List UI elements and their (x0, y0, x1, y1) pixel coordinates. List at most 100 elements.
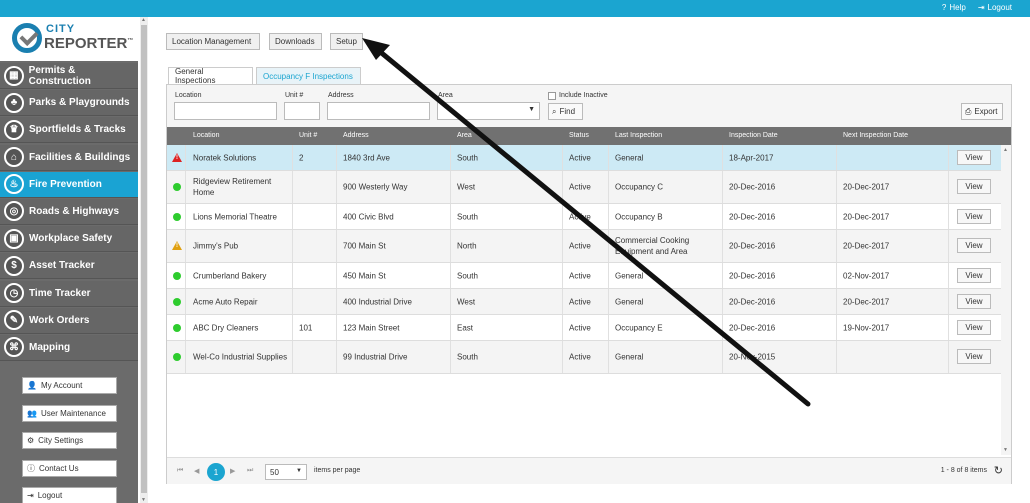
table-row[interactable]: Ridgeview Retirement Home 900 Westerly Wa… (167, 171, 1001, 204)
column-header-next-inspection-date[interactable]: Next Inspection Date (843, 132, 908, 139)
scroll-up-icon[interactable]: ▲ (141, 17, 146, 23)
column-divider (450, 341, 451, 373)
table-scrollbar[interactable]: ▲ ▼ (1001, 145, 1011, 455)
sidebar-scrollbar[interactable]: ▲ ▼ (140, 17, 148, 503)
table-row[interactable]: Wel-Co Industrial Supplies 99 Industrial … (167, 341, 1001, 374)
sidebar-item-work-orders[interactable]: ✎ Work Orders (0, 307, 138, 334)
find-button[interactable]: ⌕ Find (548, 103, 583, 120)
column-header-location[interactable]: Location (193, 132, 219, 139)
current-page-button[interactable]: 1 (207, 463, 225, 481)
column-header-area[interactable]: Area (457, 132, 472, 139)
setup-button[interactable]: Setup (330, 33, 363, 50)
scrollbar-thumb[interactable] (141, 25, 147, 493)
city-reporter-logo[interactable]: CITY REPORTER™ (0, 17, 138, 61)
column-divider (336, 341, 337, 373)
view-button[interactable]: View (957, 208, 991, 224)
downloads-button[interactable]: Downloads (269, 33, 322, 50)
view-button[interactable]: View (957, 149, 991, 165)
table-row[interactable]: ! Jimmy's Pub 700 Main St North Active Commer… (167, 230, 1001, 263)
column-header-unit[interactable]: Unit # (299, 132, 317, 139)
export-button[interactable]: ⎙ Export (961, 103, 1003, 120)
cell-next: 20-Dec-2017 (843, 182, 890, 192)
table-row[interactable]: Crumberland Bakery 450 Main St South Active… (167, 263, 1001, 289)
sidebar-item-workplace-safety[interactable]: ▣ Workplace Safety (0, 226, 138, 253)
column-header-last-inspection[interactable]: Last Inspection (615, 132, 662, 139)
first-page-icon[interactable]: ⏮ (177, 467, 183, 475)
column-divider (562, 204, 563, 229)
sidebar-item-facilities-buildings[interactable]: ⌂ Facilities & Buildings (0, 144, 138, 171)
address-filter-input[interactable] (327, 102, 430, 120)
column-header-address[interactable]: Address (343, 132, 369, 139)
scroll-down-icon[interactable]: ▼ (1003, 447, 1008, 453)
table-row[interactable]: ! Noratek Solutions 2 1840 3rd Ave South Acti… (167, 145, 1001, 171)
sidebar-item-sportfields-tracks[interactable]: ♛ Sportfields & Tracks (0, 117, 138, 144)
cell-address: 1840 3rd Ave (343, 153, 391, 162)
cell-next: 19-Nov-2017 (843, 323, 890, 332)
view-button[interactable]: View (957, 238, 991, 253)
tab-general-inspections[interactable]: General Inspections (168, 67, 253, 85)
sidebar-item-permits-construction[interactable]: ▦ Permits & Construction (0, 63, 138, 89)
column-divider (722, 230, 723, 262)
wrench-icon: ✎ (4, 310, 24, 331)
status-ok-icon (173, 353, 181, 361)
column-header-status[interactable]: Status (569, 132, 589, 139)
cell-location: ABC Dry Cleaners (193, 323, 259, 332)
sidebar-item-fire-prevention[interactable]: ♨ Fire Prevention (0, 171, 138, 198)
sidebar-item-asset-tracker[interactable]: $ Asset Tracker (0, 253, 138, 280)
column-divider (185, 263, 186, 288)
help-icon: ? (941, 3, 947, 12)
include-inactive-checkbox[interactable] (548, 92, 556, 100)
sidebar-item-mapping[interactable]: ⌘ Mapping (0, 334, 138, 361)
page-size-select[interactable]: 50 ▼ (265, 464, 307, 480)
map-icon: ⌘ (4, 337, 24, 358)
view-button[interactable]: View (957, 179, 991, 194)
cell-address: 99 Industrial Drive (343, 352, 408, 362)
cell-last: General (615, 271, 644, 280)
column-divider (836, 230, 837, 262)
column-divider (836, 315, 837, 340)
cell-last: Occupancy B (615, 212, 663, 221)
column-divider (948, 204, 949, 229)
sidebar-item-roads-highways[interactable]: ◎ Roads & Highways (0, 198, 138, 225)
location-filter-input[interactable] (174, 102, 277, 120)
next-page-icon[interactable]: ▶ (230, 467, 235, 475)
view-button[interactable]: View (957, 349, 991, 364)
contact-us-button[interactable]: ⓘ Contact Us (22, 459, 117, 477)
sidebar-item-parks-playgrounds[interactable]: ♣ Parks & Playgrounds (0, 90, 138, 117)
logout-button[interactable]: ⇥ Logout (22, 487, 117, 503)
table-row[interactable]: Lions Memorial Theatre 400 Civic Blvd Sout… (167, 204, 1001, 230)
logout-link[interactable]: ⇥ Logout (978, 3, 1012, 12)
my-account-button[interactable]: 👤 My Account (22, 377, 117, 394)
cell-address: 450 Main St (343, 271, 386, 280)
refresh-icon[interactable]: ↻ (994, 464, 1003, 477)
column-header-inspection-date[interactable]: Inspection Date (729, 132, 778, 139)
cell-last: Occupancy C (615, 182, 664, 192)
cell-date: 20-Dec-2016 (729, 297, 776, 306)
location-management-button[interactable]: Location Management (166, 33, 260, 50)
column-divider (836, 204, 837, 229)
view-button[interactable]: View (957, 267, 991, 283)
cell-next: 20-Dec-2017 (843, 212, 890, 221)
last-page-icon[interactable]: ⏭ (247, 467, 253, 475)
cell-date: 20-Dec-2016 (729, 182, 776, 192)
scroll-up-icon[interactable]: ▲ (1003, 147, 1008, 153)
sidebar-nav: ▦ Permits & Construction ♣ Parks & Playgrou… (0, 63, 138, 362)
prev-page-icon[interactable]: ◀ (194, 467, 199, 475)
logo-tm: ™ (127, 38, 134, 44)
area-filter-select[interactable]: ▼ (437, 102, 540, 120)
table-row[interactable]: ABC Dry Cleaners 101 123 Main Street East Ac… (167, 315, 1001, 341)
view-button[interactable]: View (957, 319, 991, 335)
column-divider (562, 230, 563, 262)
user-maintenance-button[interactable]: 👥 User Maintenance (22, 404, 117, 422)
unit-filter-input[interactable] (284, 102, 320, 120)
table-row[interactable]: Acme Auto Repair 400 Industrial Drive West… (167, 289, 1001, 315)
view-button[interactable]: View (957, 293, 991, 309)
sidebar-item-label: Parks & Playgrounds (29, 97, 130, 109)
logo-line1: CITY (46, 23, 76, 35)
tab-occupancy-f-inspections[interactable]: Occupancy F Inspections (256, 67, 361, 84)
sidebar-item-time-tracker[interactable]: ◷ Time Tracker (0, 280, 138, 307)
help-link[interactable]: ? Help (942, 3, 966, 12)
scroll-down-icon[interactable]: ▼ (141, 497, 146, 503)
city-settings-button[interactable]: ⚙ City Settings (22, 432, 117, 449)
column-divider (336, 230, 337, 262)
